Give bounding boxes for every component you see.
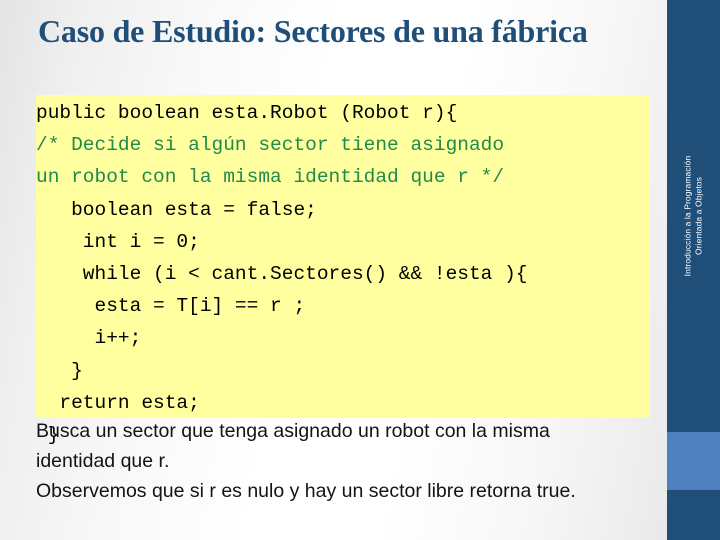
sidebar-band-bottom bbox=[667, 490, 720, 540]
sidebar-band-accent bbox=[667, 432, 720, 490]
code-line-7: esta = T[i] == r ; bbox=[36, 295, 306, 318]
code-listing: public boolean esta.Robot (Robot r){ /* D… bbox=[36, 97, 696, 451]
code-line-3: un robot con la misma identidad que r */ bbox=[36, 166, 505, 189]
code-line-2: /* Decide si algún sector tiene asignado bbox=[36, 134, 505, 157]
explanation-line-1: Busca un sector que tenga asignado un ro… bbox=[36, 420, 550, 442]
explanation-paragraph: Busca un sector que tenga asignado un ro… bbox=[36, 416, 656, 506]
code-line-5: int i = 0; bbox=[36, 230, 200, 253]
sidebar-band-top bbox=[667, 0, 720, 432]
slide-canvas: Caso de Estudio: Sectores de una fábrica… bbox=[0, 0, 720, 540]
page-title: Caso de Estudio: Sectores de una fábrica bbox=[38, 13, 588, 49]
code-line-10: return esta; bbox=[36, 391, 200, 414]
code-line-6: while (i < cant.Sectores() && !esta ){ bbox=[36, 262, 528, 285]
explanation-line-3: Observemos que si r es nulo y hay un sec… bbox=[36, 480, 576, 502]
right-sidebar: Introducción a la Programación Orientada… bbox=[667, 0, 720, 540]
explanation-line-2: identidad que r. bbox=[36, 450, 170, 472]
code-line-4: boolean esta = false; bbox=[36, 198, 317, 221]
code-line-1: public boolean esta.Robot (Robot r){ bbox=[36, 102, 458, 124]
code-line-9: } bbox=[36, 359, 83, 382]
code-line-8: i++; bbox=[36, 327, 142, 350]
